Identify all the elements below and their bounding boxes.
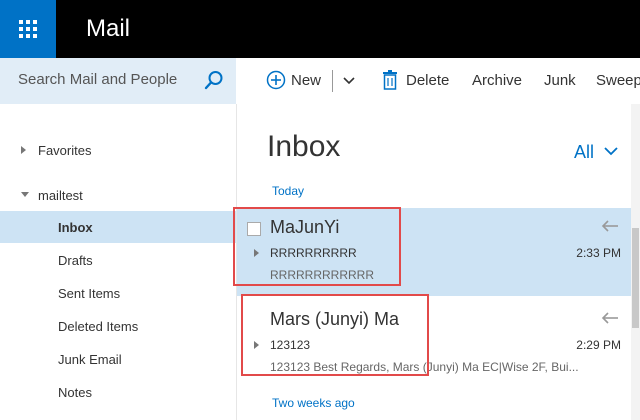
annotation-box bbox=[233, 207, 401, 286]
scrollbar-thumb[interactable] bbox=[632, 228, 639, 328]
account-header[interactable]: mailtest bbox=[0, 179, 236, 211]
search-icon[interactable] bbox=[204, 70, 224, 90]
expand-arrow-icon[interactable] bbox=[21, 146, 26, 154]
sidebar-item-inbox[interactable]: Inbox bbox=[0, 211, 236, 243]
app-title: Mail bbox=[86, 15, 131, 42]
sidebar-item-notes[interactable]: Notes bbox=[0, 376, 236, 408]
junk-button[interactable]: Junk bbox=[544, 72, 576, 89]
favorites-label: Favorites bbox=[38, 143, 92, 158]
top-header: Mail bbox=[0, 0, 640, 58]
sidebar-item-junk-email[interactable]: Junk Email bbox=[0, 343, 236, 375]
sidebar-item-drafts[interactable]: Drafts bbox=[0, 244, 236, 276]
reply-arrow-icon[interactable] bbox=[601, 312, 619, 324]
favorites-header[interactable]: Favorites bbox=[0, 134, 236, 166]
new-button[interactable]: New bbox=[291, 72, 321, 89]
message-list-scrollbar[interactable] bbox=[631, 104, 640, 420]
page-title: Inbox bbox=[267, 130, 341, 163]
collapse-arrow-icon[interactable] bbox=[21, 192, 29, 197]
account-label: mailtest bbox=[38, 188, 83, 203]
search-box[interactable]: Search Mail and People bbox=[0, 58, 236, 104]
toolbar-separator bbox=[332, 70, 333, 92]
waffle-icon bbox=[19, 20, 37, 38]
message-time: 2:33 PM bbox=[576, 246, 621, 260]
search-input[interactable]: Search Mail and People bbox=[18, 71, 177, 88]
chevron-down-icon[interactable] bbox=[342, 76, 356, 86]
trash-icon[interactable] bbox=[382, 70, 398, 90]
sidebar-item-sent-items[interactable]: Sent Items bbox=[0, 277, 236, 309]
delete-button[interactable]: Delete bbox=[406, 72, 449, 89]
annotation-box bbox=[241, 294, 429, 376]
chevron-down-icon[interactable] bbox=[603, 146, 619, 156]
command-toolbar: New Delete Archive Junk Sweep bbox=[236, 58, 640, 104]
message-time: 2:29 PM bbox=[576, 338, 621, 352]
folder-pane: Favorites mailtest Inbox Drafts Sent Ite… bbox=[0, 104, 236, 420]
sidebar-item-deleted-items[interactable]: Deleted Items bbox=[0, 310, 236, 342]
plus-circle-icon[interactable] bbox=[266, 70, 286, 90]
sweep-button[interactable]: Sweep bbox=[596, 72, 640, 89]
app-launcher-button[interactable] bbox=[0, 0, 56, 58]
filter-dropdown[interactable]: All bbox=[574, 142, 594, 163]
group-header-two-weeks-ago: Two weeks ago bbox=[272, 396, 355, 410]
reply-arrow-icon[interactable] bbox=[601, 220, 619, 232]
group-header-today: Today bbox=[272, 184, 305, 198]
archive-button[interactable]: Archive bbox=[472, 72, 522, 89]
